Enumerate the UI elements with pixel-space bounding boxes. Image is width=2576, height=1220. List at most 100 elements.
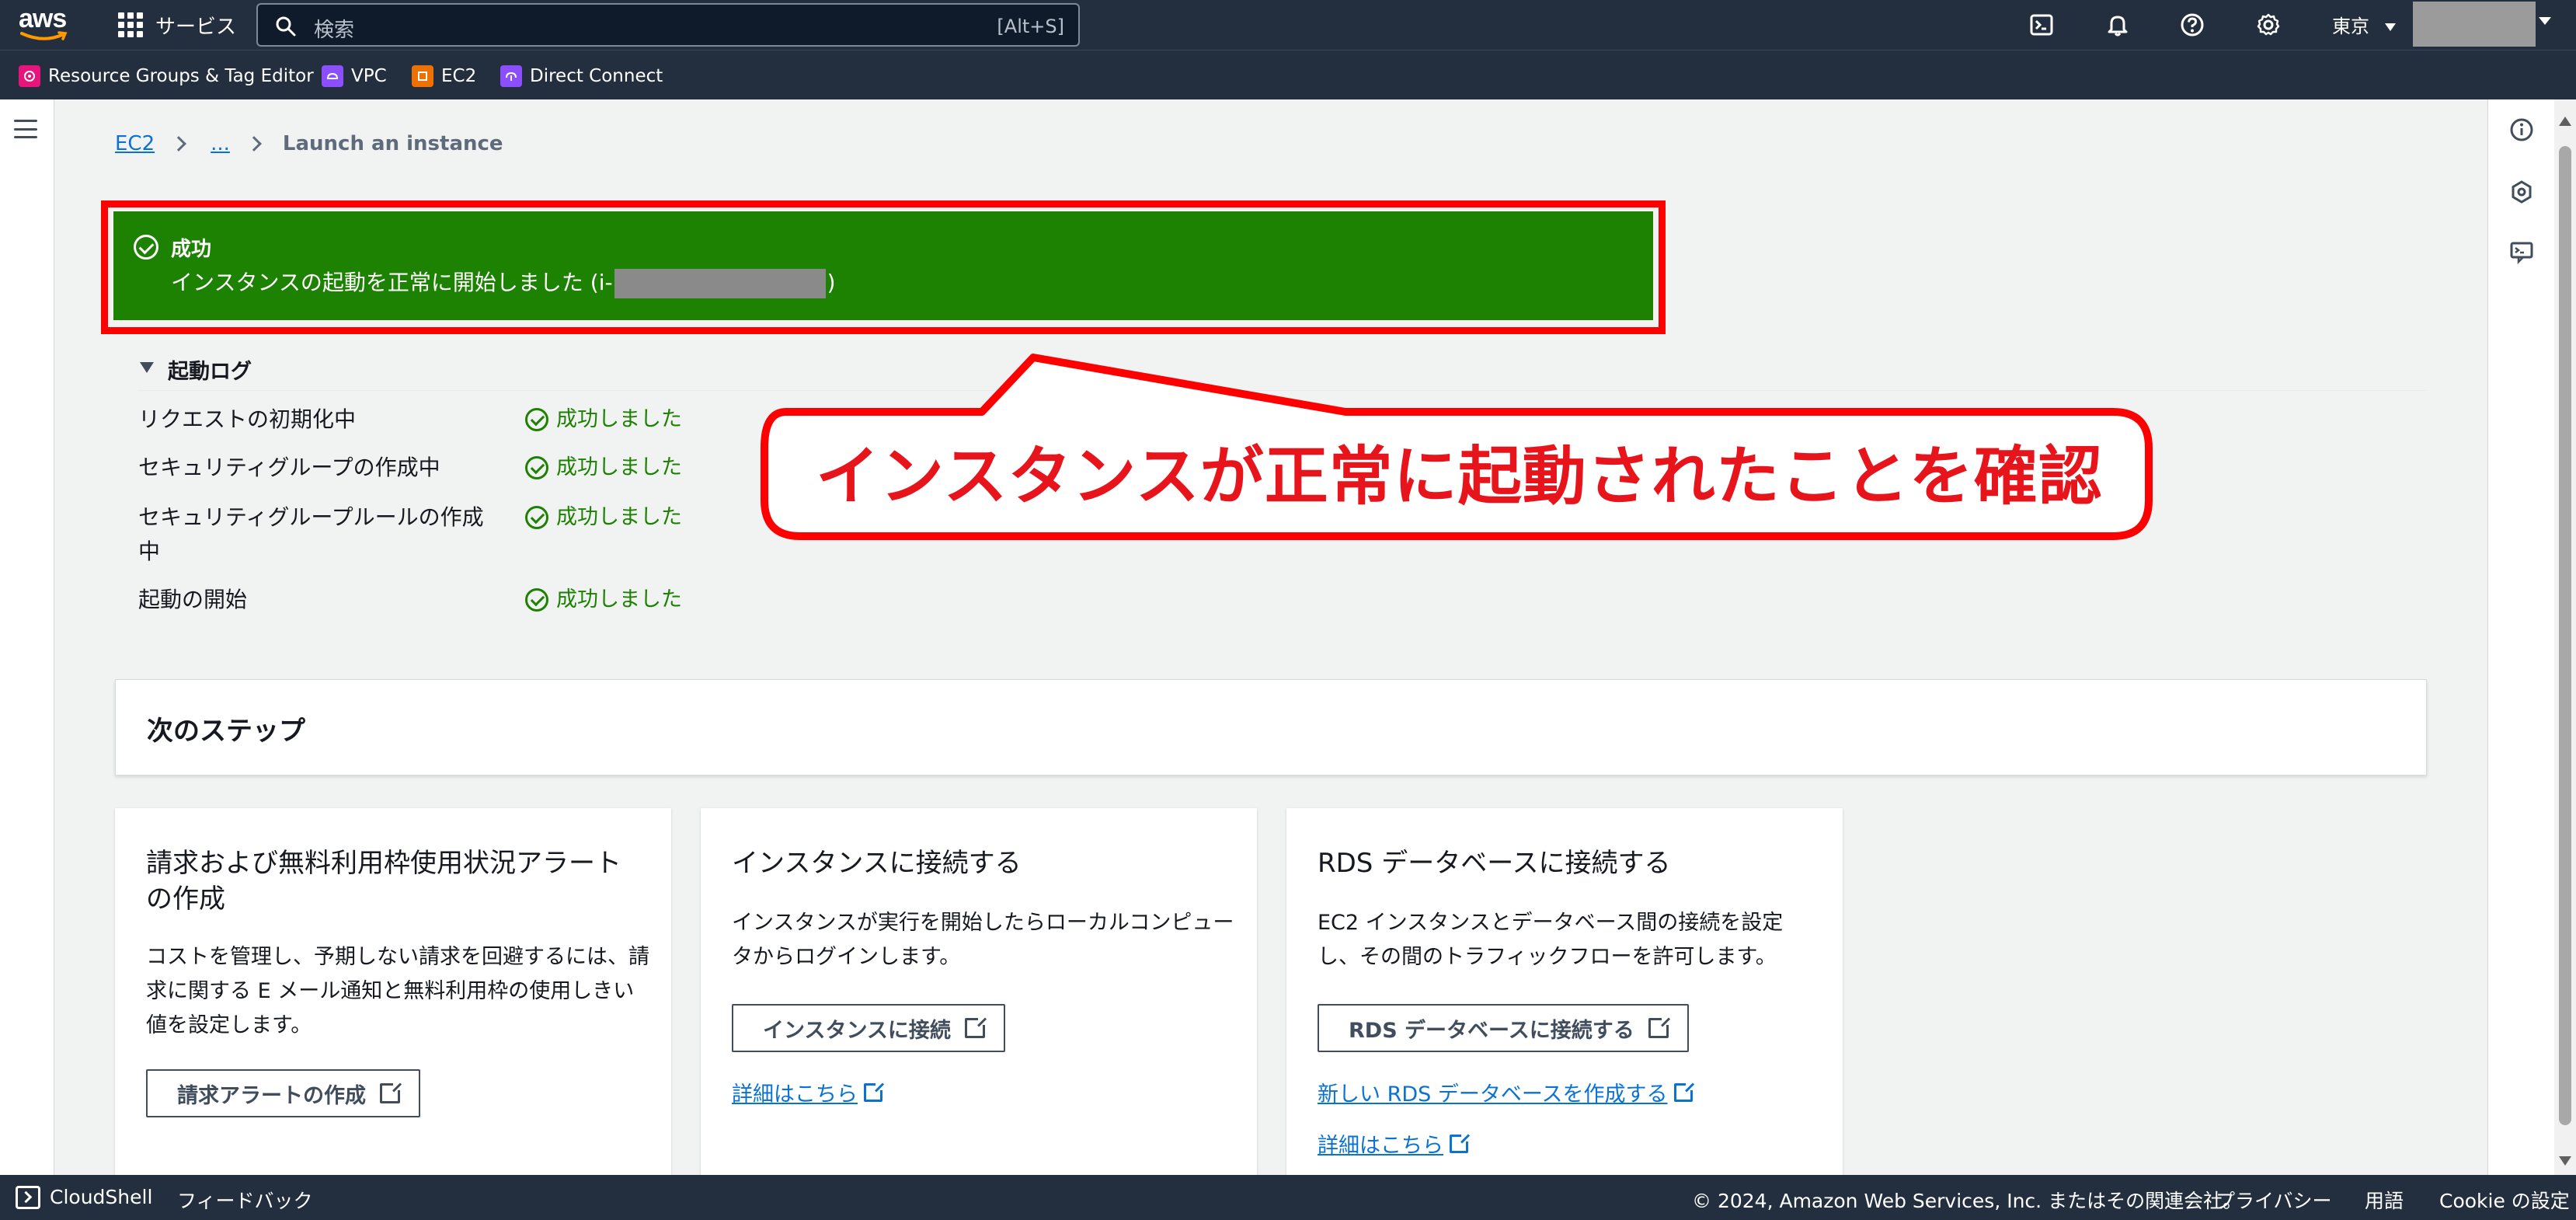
favorite-ec2[interactable]: EC2 (412, 64, 476, 88)
top-navigation: aws サービス 検索 [Alt+S] 東京 (0, 0, 2576, 50)
cloudshell-icon[interactable] (16, 1186, 40, 1209)
log-step-label: 起動の開始 (138, 587, 248, 612)
breadcrumb-current: Launch an instance (282, 132, 503, 155)
resource-groups-icon (19, 65, 40, 87)
feedback-panel-icon[interactable] (2507, 238, 2536, 267)
info-icon[interactable] (2507, 115, 2536, 145)
success-check-icon (134, 235, 158, 260)
footer-terms[interactable]: 用語 (2365, 1186, 2404, 1214)
external-link-icon (964, 1016, 987, 1038)
breadcrumb-ec2[interactable]: EC2 (115, 132, 155, 155)
connect-instance-button[interactable]: インスタンスに接続 (732, 1004, 1005, 1052)
success-check-icon (525, 456, 548, 479)
side-navigation-toggle-rail (0, 99, 54, 1175)
log-step-status: 成功しました (525, 403, 682, 437)
external-link-icon (380, 1081, 402, 1103)
create-rds-link[interactable]: 新しい RDS データベースを作成する (1318, 1077, 1695, 1107)
cloudshell-icon[interactable] (2026, 9, 2057, 40)
tools-panel-rail (2487, 99, 2554, 1175)
services-menu-label[interactable]: サービス (155, 11, 236, 40)
gear-icon[interactable] (2253, 9, 2284, 40)
card-title: インスタンスに接続する (732, 848, 1022, 879)
favorite-vpc[interactable]: VPC (322, 64, 387, 88)
bell-icon[interactable] (2102, 9, 2133, 40)
log-step-status: 成功しました (525, 451, 682, 485)
search-input[interactable]: 検索 [Alt+S] (256, 3, 1080, 47)
footer: CloudShell フィードバック © 2024, Amazon Web Se… (0, 1175, 2576, 1220)
success-check-icon (525, 588, 548, 612)
card-description: インスタンスが実行を開始したらローカルコンピュータからログインします。 (732, 911, 1234, 969)
button-label: 請求アラートの作成 (177, 1083, 366, 1108)
aws-logo-text: aws (19, 4, 67, 33)
favorite-direct-connect[interactable]: Direct Connect (500, 64, 663, 88)
scroll-down-arrow-icon[interactable] (2559, 1156, 2571, 1166)
breadcrumb-ellipsis[interactable]: ... (211, 132, 230, 155)
success-flash-banner: 成功 インスタンスの起動を正常に開始しました (i-) (113, 211, 1653, 320)
status-text: 成功しました (556, 505, 682, 529)
breadcrumb: EC2 ... Launch an instance (115, 132, 503, 155)
success-check-icon (525, 408, 548, 431)
region-selector[interactable]: 東京 (2332, 11, 2396, 38)
caret-down-icon[interactable] (140, 362, 154, 373)
flash-title: 成功 (171, 238, 212, 261)
learn-more-link[interactable]: 詳細はこちら (1318, 1128, 1471, 1159)
search-icon (276, 16, 296, 37)
search-shortcut: [Alt+S] (997, 16, 1064, 37)
next-steps-title: 次のステップ (147, 716, 305, 747)
annotation-text: インスタンスが正常に起動されたことを確認 (816, 440, 2103, 514)
learn-more-link[interactable]: 詳細はこちら (732, 1077, 885, 1107)
flash-message-prefix: インスタンスの起動を正常に開始しました (i- (171, 270, 613, 295)
connect-rds-button[interactable]: RDS データベースに接続する (1318, 1004, 1689, 1052)
hamburger-menu-icon[interactable] (14, 120, 37, 138)
success-check-icon (525, 506, 548, 529)
aws-logo[interactable]: aws (19, 5, 71, 44)
favorite-label: Direct Connect (530, 66, 663, 86)
scroll-thumb[interactable] (2559, 146, 2571, 1125)
card-title: 請求および無料利用枠使用状況アラートの作成 (146, 848, 621, 915)
launch-log-title: 起動ログ (168, 360, 252, 384)
footer-privacy[interactable]: プライバシー (2216, 1186, 2332, 1214)
chevron-right-icon (171, 136, 187, 152)
link-label: 詳細はこちら (1318, 1134, 1443, 1158)
launch-log-header[interactable]: 起動ログ (168, 354, 252, 385)
scroll-up-arrow-icon[interactable] (2559, 117, 2571, 126)
help-icon[interactable] (2177, 9, 2208, 40)
card-billing-alert: 請求および無料利用枠使用状況アラートの作成 コストを管理し、予期しない請求を回避… (115, 808, 671, 1181)
favorites-bar: Resource Groups & Tag Editor VPC EC2 Dir… (0, 50, 2576, 99)
external-link-icon (1673, 1080, 1695, 1102)
vpc-icon (322, 65, 343, 87)
footer-cookie-settings[interactable]: Cookie の設定 (2439, 1186, 2570, 1214)
link-label: 詳細はこちら (732, 1082, 858, 1107)
status-text: 成功しました (556, 455, 682, 479)
log-step-status: 成功しました (525, 583, 682, 617)
chevron-right-icon (246, 136, 262, 152)
status-text: 成功しました (556, 587, 682, 612)
card-description: EC2 インスタンスとデータベース間の接続を設定し、その間のトラフィックフローを… (1318, 911, 1784, 969)
page-scrollbar[interactable] (2554, 99, 2576, 1175)
external-link-icon (1450, 1131, 1471, 1153)
next-steps-header: 次のステップ (115, 679, 2427, 776)
card-title: RDS データベースに接続する (1318, 848, 1671, 879)
external-link-icon (864, 1080, 885, 1102)
log-step-label: リクエストの初期化中 (138, 406, 357, 432)
flash-message: インスタンスの起動を正常に開始しました (i-) (171, 266, 836, 298)
favorite-resource-groups[interactable]: Resource Groups & Tag Editor (19, 64, 314, 88)
log-step-label: セキュリティグループの作成中 (138, 455, 440, 480)
divider (138, 390, 2427, 391)
log-step-status: 成功しました (525, 500, 682, 535)
instance-id-redacted[interactable] (614, 269, 826, 298)
chevron-down-icon (2384, 23, 2396, 31)
external-link-icon (1648, 1016, 1671, 1038)
card-description: コストを管理し、予期しない請求を回避するには、請求に関する E メール通知と無料… (146, 945, 649, 1037)
card-connect-rds: RDS データベースに接続する EC2 インスタンスとデータベース間の接続を設定… (1286, 808, 1843, 1181)
footer-cloudshell[interactable]: CloudShell (50, 1186, 152, 1208)
account-menu-redacted[interactable] (2413, 2, 2536, 47)
chevron-down-icon (2539, 17, 2551, 25)
aws-smile-icon (20, 31, 68, 40)
create-billing-alert-button[interactable]: 請求アラートの作成 (146, 1069, 420, 1117)
footer-feedback[interactable]: フィードバック (177, 1186, 313, 1214)
services-grid-icon[interactable] (118, 12, 143, 37)
ec2-icon (412, 65, 433, 87)
hexagon-icon[interactable] (2507, 177, 2536, 207)
link-label: 新しい RDS データベースを作成する (1318, 1082, 1668, 1107)
